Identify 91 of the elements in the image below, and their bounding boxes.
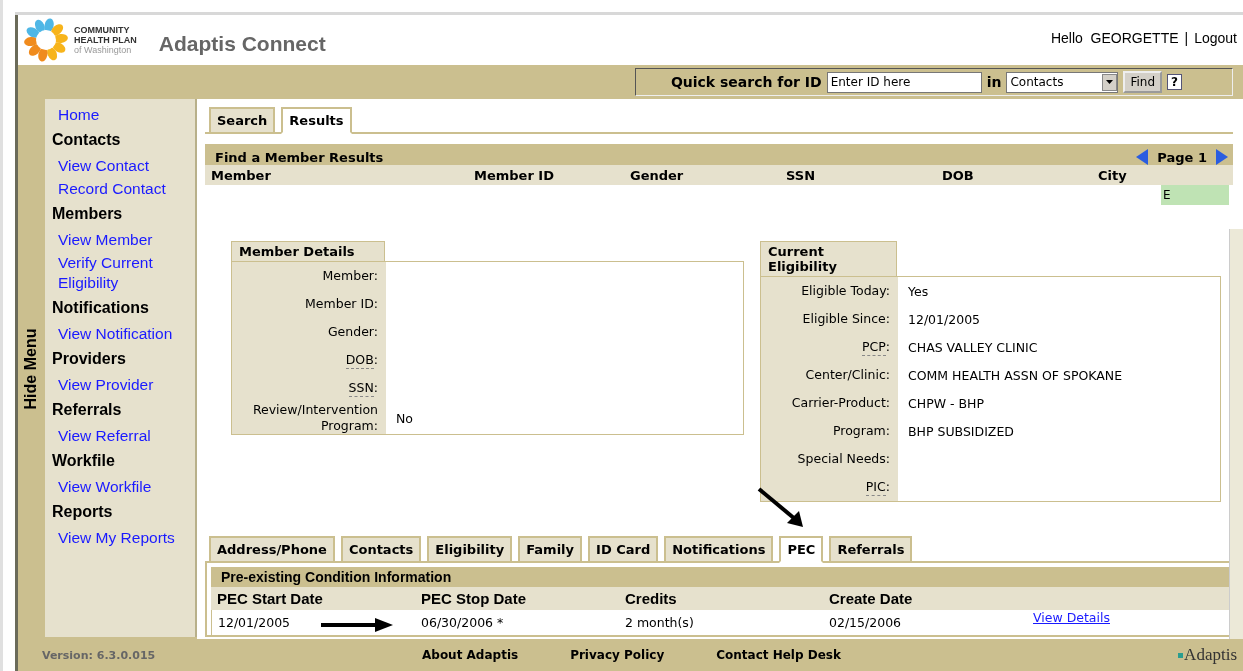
column-header: City: [1098, 167, 1128, 183]
sidebar-heading: Reports: [52, 503, 114, 521]
table-cell-text: 02/15/2006: [828, 614, 903, 632]
in-label: in: [986, 74, 1002, 90]
tab[interactable]: Search: [209, 107, 276, 134]
tab[interactable]: Results: [281, 107, 352, 134]
field-label: Carrier-Product:: [761, 389, 898, 417]
footer-link[interactable]: About Adaptis: [422, 648, 519, 662]
column-header: Create Date: [823, 587, 1027, 610]
sidebar-heading: Members: [52, 205, 124, 223]
scope-dropdown[interactable]: Contacts: [1006, 71, 1119, 93]
sidebar-link[interactable]: View Provider: [52, 375, 195, 395]
table-cell-text: 06/30/2006 *: [420, 614, 505, 632]
field-label: Member ID:: [232, 290, 386, 318]
column-header: Gender: [630, 167, 685, 183]
view-details-link[interactable]: View Details: [1027, 605, 1116, 630]
logout-link[interactable]: Logout: [1194, 30, 1237, 46]
version-label: Version: 6.3.0.015: [42, 648, 157, 662]
field-label: Gender:: [232, 318, 386, 346]
arrow-icon: [321, 618, 393, 632]
field-label: Eligible Since:: [761, 305, 898, 333]
separator: |: [1184, 30, 1189, 46]
sidebar-heading: Referrals: [52, 401, 123, 419]
field-label: SSN:: [232, 374, 386, 402]
footer-link[interactable]: Privacy Policy: [570, 648, 665, 662]
greeting: Hello GEORGETTE: [1050, 30, 1179, 46]
column-header: DOB: [942, 167, 975, 183]
field-value: No: [395, 409, 414, 428]
id-search-field[interactable]: Enter ID here: [826, 71, 982, 93]
tab[interactable]: Contacts: [340, 536, 422, 563]
sidebar-link[interactable]: View Workfile: [52, 477, 195, 497]
field-value: COMM HEALTH ASSN OF SPOKANE: [907, 366, 1124, 385]
column-header: Member ID: [474, 167, 555, 183]
sidebar-link[interactable]: Record Contact: [52, 179, 195, 199]
tab[interactable]: ID Card: [588, 536, 659, 563]
field-value: CHAS VALLEY CLINIC: [907, 338, 1039, 357]
panel-title: Member Details: [231, 241, 385, 261]
field-label: PIC:: [761, 473, 898, 501]
sidebar-link[interactable]: View Referral: [52, 426, 195, 446]
sidebar-link[interactable]: Home: [52, 105, 195, 125]
section-title: Pre-existing Condition Information: [211, 567, 1231, 587]
app-title: Adaptis Connect: [158, 32, 326, 56]
field-value: 12/01/2005: [907, 310, 982, 329]
next-page-icon[interactable]: [1215, 149, 1229, 165]
footer-link[interactable]: Contact Help Desk: [716, 648, 841, 662]
sidebar-heading: Workfile: [52, 452, 116, 470]
organization-name: COMMUNITY HEALTH PLAN of Washington: [74, 25, 137, 55]
field-label: DOB:: [232, 346, 386, 374]
tab[interactable]: Address/Phone: [209, 536, 335, 563]
field-label: Special Needs:: [761, 445, 898, 473]
scrollbar[interactable]: [1229, 229, 1243, 639]
sidebar-heading: Providers: [52, 350, 127, 368]
panel-title: Current Eligibility: [760, 241, 897, 276]
field-label: Eligible Today:: [761, 277, 898, 305]
sidebar-link[interactable]: View Member: [52, 230, 195, 250]
table-cell: E: [1161, 185, 1229, 205]
tab[interactable]: PEC: [779, 536, 824, 563]
sidebar-link[interactable]: View Notification: [52, 324, 195, 344]
brand-logo: Adaptis: [1178, 645, 1237, 665]
page-label: Page 1: [1157, 149, 1207, 165]
sidebar-link[interactable]: View My Reports: [52, 528, 195, 548]
column-header: Member: [211, 167, 272, 183]
sidebar-link[interactable]: View Contact: [52, 156, 195, 176]
results-title: Find a Member Results: [215, 150, 384, 165]
field-label: Center/Clinic:: [761, 361, 898, 389]
hide-menu-toggle[interactable]: Hide Menu: [18, 99, 45, 639]
help-button[interactable]: ?: [1167, 74, 1182, 90]
tab[interactable]: Referrals: [829, 536, 913, 563]
find-button[interactable]: Find: [1123, 71, 1163, 93]
field-label: Review/Intervention Program:: [232, 402, 386, 434]
column-header: PEC Start Date: [211, 587, 415, 610]
quick-search-label: Quick search for ID: [670, 74, 822, 90]
sidebar-heading: Contacts: [52, 131, 122, 149]
tab[interactable]: Eligibility: [427, 536, 513, 563]
arrow-icon: [757, 487, 805, 529]
tab[interactable]: Family: [518, 536, 583, 563]
sunburst-logo-icon: [24, 18, 68, 62]
field-label: Program:: [761, 417, 898, 445]
field-value: CHPW - BHP: [907, 394, 985, 413]
column-header: SSN: [786, 167, 817, 183]
previous-page-icon[interactable]: [1135, 149, 1150, 165]
field-label: PCP:: [761, 333, 898, 361]
tab[interactable]: Notifications: [664, 536, 774, 563]
sidebar-heading: Notifications: [52, 299, 150, 317]
table-cell-text: 2 month(s): [624, 614, 695, 632]
sidebar-link[interactable]: Verify Current Eligibility: [52, 253, 195, 293]
field-value: BHP SUBSIDIZED: [907, 422, 1015, 441]
column-header: PEC Stop Date: [415, 587, 619, 610]
field-value: Yes: [907, 282, 930, 301]
field-label: Member:: [232, 262, 386, 290]
column-header: Credits: [619, 587, 823, 610]
